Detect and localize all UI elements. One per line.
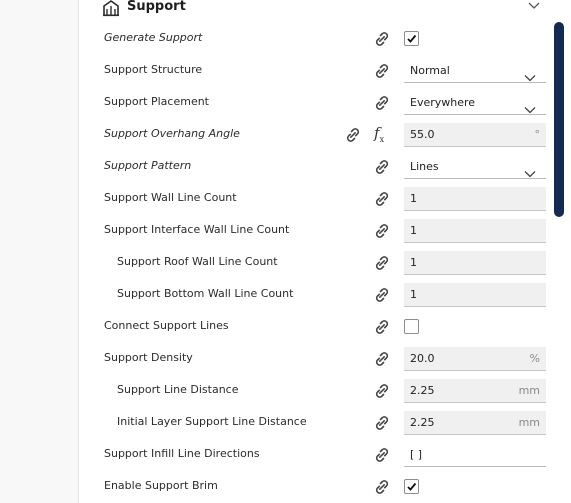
setting-label: Support Overhang Angle [104, 127, 240, 140]
setting-row-support-bottom-wall-line-count: Support Bottom Wall Line Count 1 [79, 279, 549, 311]
support-interface-wall-line-count-field[interactable]: 1 [404, 219, 546, 243]
setting-label: Support Roof Wall Line Count [117, 255, 278, 268]
chevron-up-icon[interactable] [523, 0, 545, 15]
field-value: 1 [410, 224, 417, 237]
support-icon [103, 0, 119, 17]
setting-label: Generate Support [104, 31, 203, 44]
setting-row-enable-support-brim: Enable Support Brim [79, 471, 549, 503]
enable-support-brim-checkbox[interactable] [404, 479, 419, 494]
field-value: 1 [410, 256, 417, 269]
initial-layer-support-line-distance-field[interactable]: 2.25 mm [404, 411, 546, 435]
link-icon[interactable] [372, 223, 392, 239]
setting-row-support-infill-line-directions: Support Infill Line Directions [ ] [79, 439, 549, 471]
support-line-distance-field[interactable]: 2.25 mm [404, 379, 546, 403]
field-value: Everywhere [410, 96, 476, 109]
link-icon[interactable] [372, 383, 392, 399]
support-bottom-wall-line-count-field[interactable]: 1 [404, 283, 546, 307]
field-value: 2.25 [410, 384, 435, 397]
setting-row-support-pattern: Support Pattern Lines [79, 151, 549, 183]
field-value: 1 [410, 288, 417, 301]
support-structure-dropdown[interactable]: Normal [404, 59, 546, 83]
setting-label: Enable Support Brim [104, 479, 218, 492]
setting-label: Support Infill Line Directions [104, 447, 260, 460]
setting-label: Support Structure [104, 63, 203, 76]
setting-label: Support Interface Wall Line Count [104, 223, 290, 236]
generate-support-checkbox[interactable] [404, 31, 419, 46]
link-icon[interactable] [372, 31, 392, 47]
support-placement-dropdown[interactable]: Everywhere [404, 91, 546, 115]
link-icon[interactable] [372, 255, 392, 271]
connect-support-lines-checkbox[interactable] [404, 319, 419, 334]
support-wall-line-count-field[interactable]: 1 [404, 187, 546, 211]
setting-label: Initial Layer Support Line Distance [117, 415, 307, 428]
setting-row-support-overhang-angle: Support Overhang Angle fx 55.0 ° [79, 119, 549, 151]
support-pattern-dropdown[interactable]: Lines [404, 155, 546, 179]
setting-row-support-line-distance: Support Line Distance 2.25 mm [79, 375, 549, 407]
setting-label: Support Pattern [104, 159, 192, 172]
field-unit: mm [518, 416, 540, 429]
field-value: Lines [410, 160, 439, 173]
setting-row-generate-support: Generate Support [79, 23, 549, 55]
link-icon[interactable] [372, 191, 392, 207]
chevron-down-icon [524, 99, 536, 114]
field-value: 20.0 [410, 352, 435, 365]
setting-row-support-density: Support Density 20.0% [79, 343, 549, 375]
setting-row-initial-layer-support-line-distance: Initial Layer Support Line Distance 2.25 m… [79, 407, 549, 439]
section-title: Support [127, 0, 186, 14]
link-icon[interactable] [372, 447, 392, 463]
chevron-down-icon [524, 163, 536, 178]
setting-label: Support Placement [104, 95, 209, 108]
support-roof-wall-line-count-field[interactable]: 1 [404, 251, 546, 275]
setting-row-support-interface-wall-line-count: Support Interface Wall Line Count 1 [79, 215, 549, 247]
settings-panel: Support Generate Support Support Structur… [79, 0, 571, 503]
setting-row-support-placement: Support Placement Everywhere [79, 87, 549, 119]
scrollbar-thumb[interactable] [554, 22, 564, 217]
link-icon[interactable] [372, 95, 392, 111]
section-header-support[interactable]: Support [79, 0, 549, 22]
chevron-down-icon [524, 67, 536, 82]
support-overhang-angle-field[interactable]: 55.0 ° [404, 123, 546, 147]
setting-label: Support Bottom Wall Line Count [117, 287, 294, 300]
link-icon[interactable] [372, 351, 392, 367]
field-value: 1 [410, 192, 417, 205]
left-pane [0, 0, 79, 503]
setting-label: Support Line Distance [117, 383, 239, 396]
link-icon[interactable] [372, 159, 392, 175]
setting-row-connect-support-lines: Connect Support Lines [79, 311, 549, 343]
link-icon[interactable] [372, 63, 392, 79]
formula-icon[interactable]: fx [374, 124, 384, 144]
field-value: [ ] [410, 448, 423, 461]
setting-label: Connect Support Lines [104, 319, 229, 332]
field-value: Normal [410, 64, 450, 77]
field-value: 55.0 [410, 128, 435, 141]
setting-row-support-wall-line-count: Support Wall Line Count 1 [79, 183, 549, 215]
link-icon[interactable] [343, 127, 363, 143]
support-infill-line-directions-field[interactable]: [ ] [404, 443, 546, 467]
setting-label: Support Wall Line Count [104, 191, 237, 204]
field-unit: % [529, 352, 540, 365]
support-density-field[interactable]: 20.0% [404, 347, 546, 371]
field-unit: mm [518, 384, 540, 397]
link-icon[interactable] [372, 287, 392, 303]
link-icon[interactable] [372, 415, 392, 431]
link-icon[interactable] [372, 479, 392, 495]
field-value: 2.25 [410, 416, 435, 429]
setting-row-support-roof-wall-line-count: Support Roof Wall Line Count 1 [79, 247, 549, 279]
field-unit: ° [534, 128, 541, 141]
setting-row-support-structure: Support Structure Normal [79, 55, 549, 87]
link-icon[interactable] [372, 319, 392, 335]
setting-label: Support Density [104, 351, 193, 364]
